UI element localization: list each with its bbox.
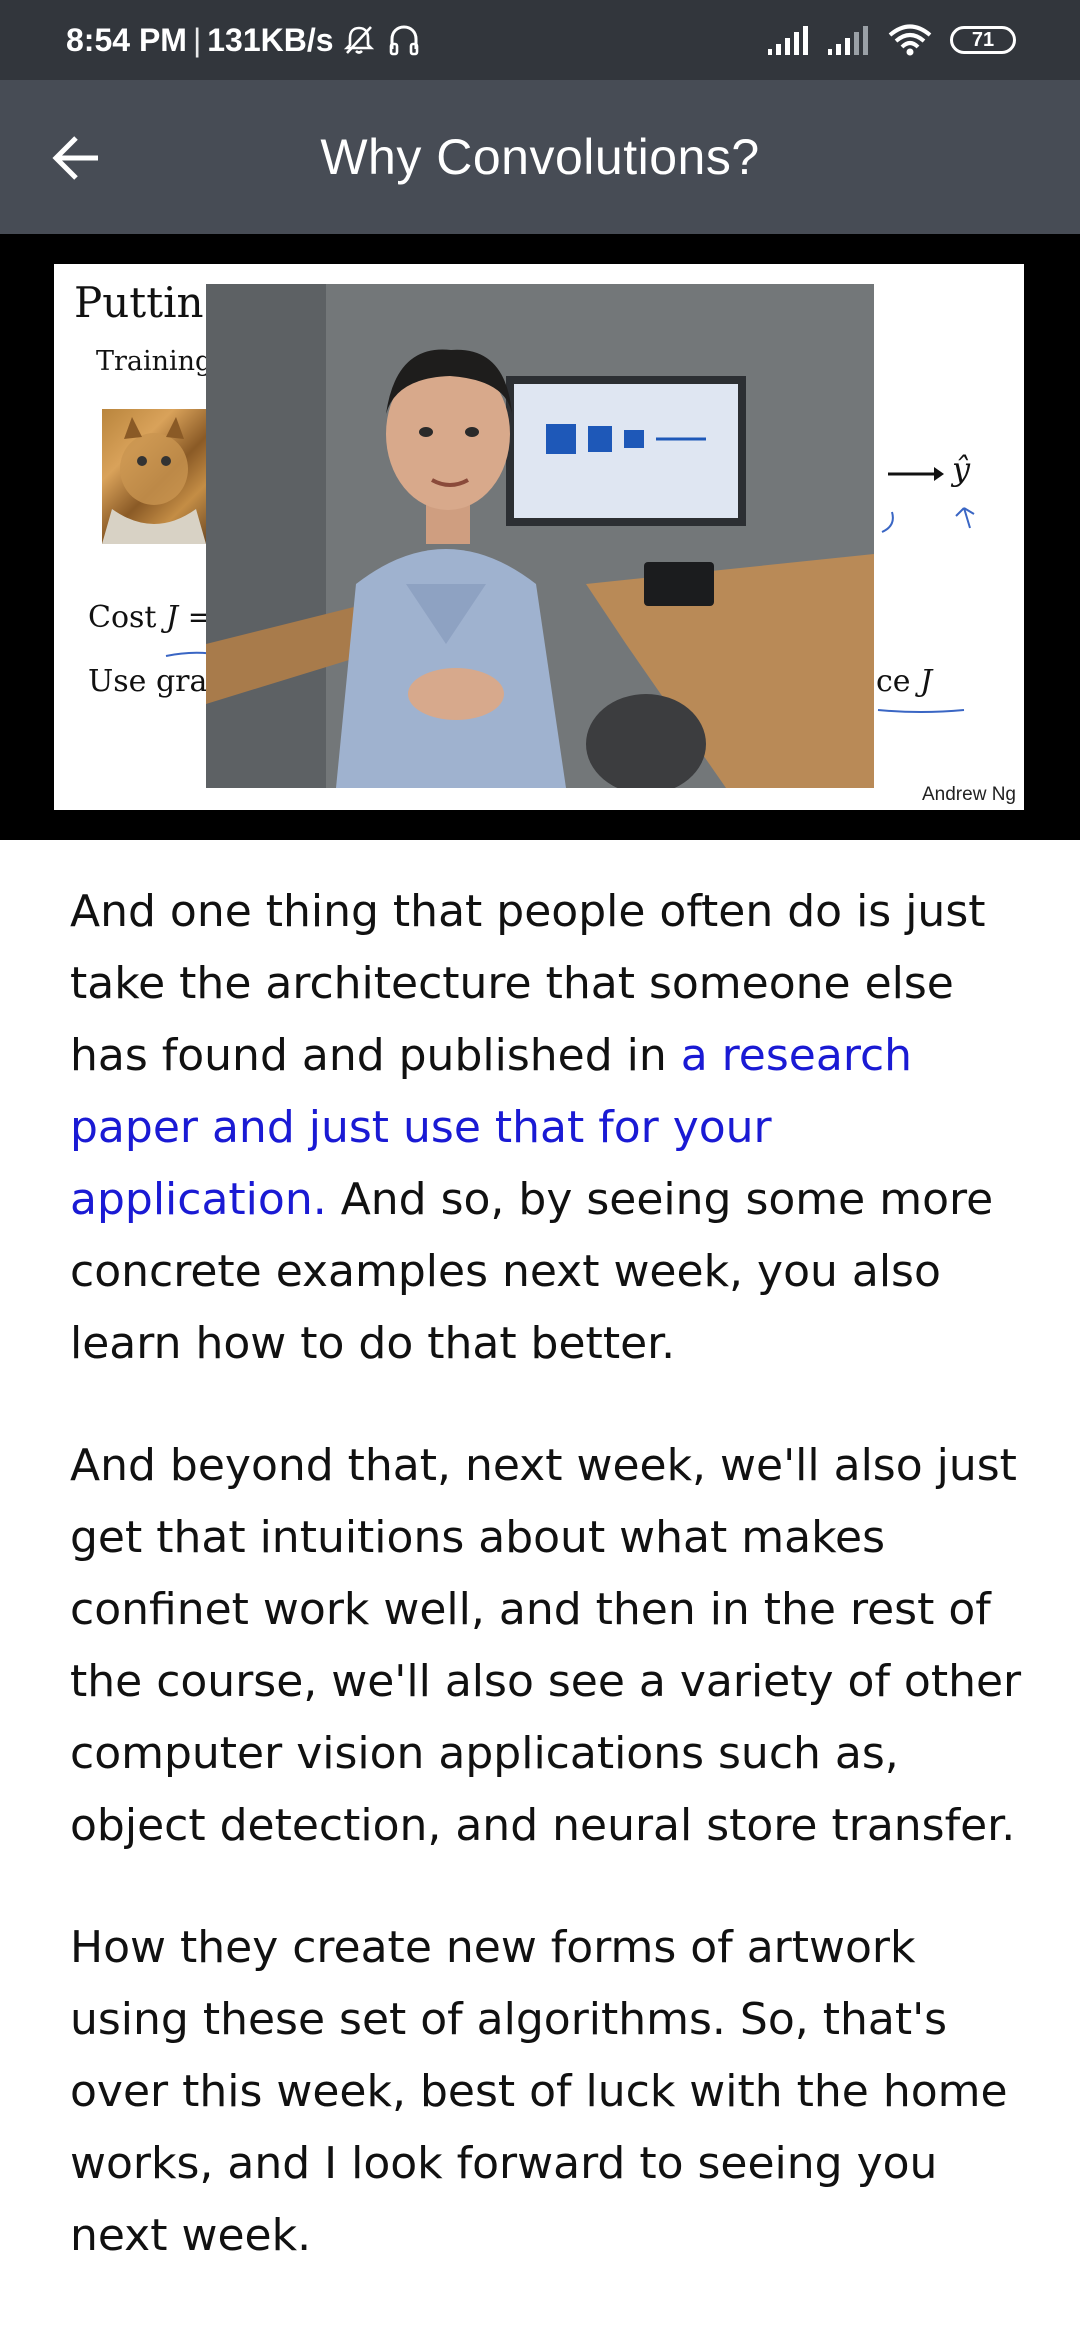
transcript-text[interactable]: How they create new forms of artwork usi… xyxy=(70,1922,1008,2261)
slide-yhat: ŷ xyxy=(952,450,971,488)
arrow-right-icon xyxy=(888,467,944,481)
headphones-icon xyxy=(388,23,420,57)
cat-image xyxy=(102,409,206,544)
status-network-speed: 131KB/s xyxy=(207,21,334,58)
transcript-text[interactable]: And beyond that, next week, we'll also j… xyxy=(70,1440,1021,1851)
battery-level: 71 xyxy=(971,28,995,51)
video-player[interactable]: Puttin Training Cost J = Use gra ce J ŷ … xyxy=(0,234,1080,840)
wifi-icon xyxy=(888,24,932,56)
alarm-off-icon xyxy=(342,23,376,57)
signal-icon xyxy=(828,25,870,55)
slide-author: Andrew Ng xyxy=(922,784,1016,805)
slide-title: Puttin xyxy=(74,278,204,327)
status-bar: 8:54 PM | 131KB/s 71 xyxy=(0,0,1080,80)
slide-ce-label: ce J xyxy=(876,664,932,699)
status-time: 8:54 PM xyxy=(66,21,187,58)
signal-icon xyxy=(768,25,810,55)
slide-j-symbol: J xyxy=(920,664,933,699)
transcript-paragraph: And one thing that people often do is ju… xyxy=(70,876,1030,1380)
transcript: And one thing that people often do is ju… xyxy=(70,876,1030,2322)
presenter-video xyxy=(206,284,874,788)
slide-training-label: Training xyxy=(96,346,213,377)
lecture-slide: Puttin Training Cost J = Use gra ce J ŷ … xyxy=(54,264,1024,810)
slide-ink-underline-right xyxy=(877,709,965,713)
app-bar: Why Convolutions? xyxy=(0,80,1080,234)
status-left: 8:54 PM | 131KB/s xyxy=(66,0,420,80)
transcript-paragraph: How they create new forms of artwork usi… xyxy=(70,1912,1030,2272)
slide-use-label: Use gra xyxy=(88,664,208,699)
battery-icon: 71 xyxy=(950,26,1016,54)
slide-cost-label: Cost J = xyxy=(88,600,213,635)
page-title: Why Convolutions? xyxy=(320,129,760,185)
slide-ce-word: ce xyxy=(876,664,911,699)
slide-ink-arrow xyxy=(955,507,975,529)
slide-ink-mark xyxy=(881,511,894,533)
status-right: 71 xyxy=(768,0,1016,80)
status-separator: | xyxy=(192,21,202,58)
slide-cost-word: Cost xyxy=(88,600,157,635)
transcript-paragraph: And beyond that, next week, we'll also j… xyxy=(70,1430,1030,1862)
